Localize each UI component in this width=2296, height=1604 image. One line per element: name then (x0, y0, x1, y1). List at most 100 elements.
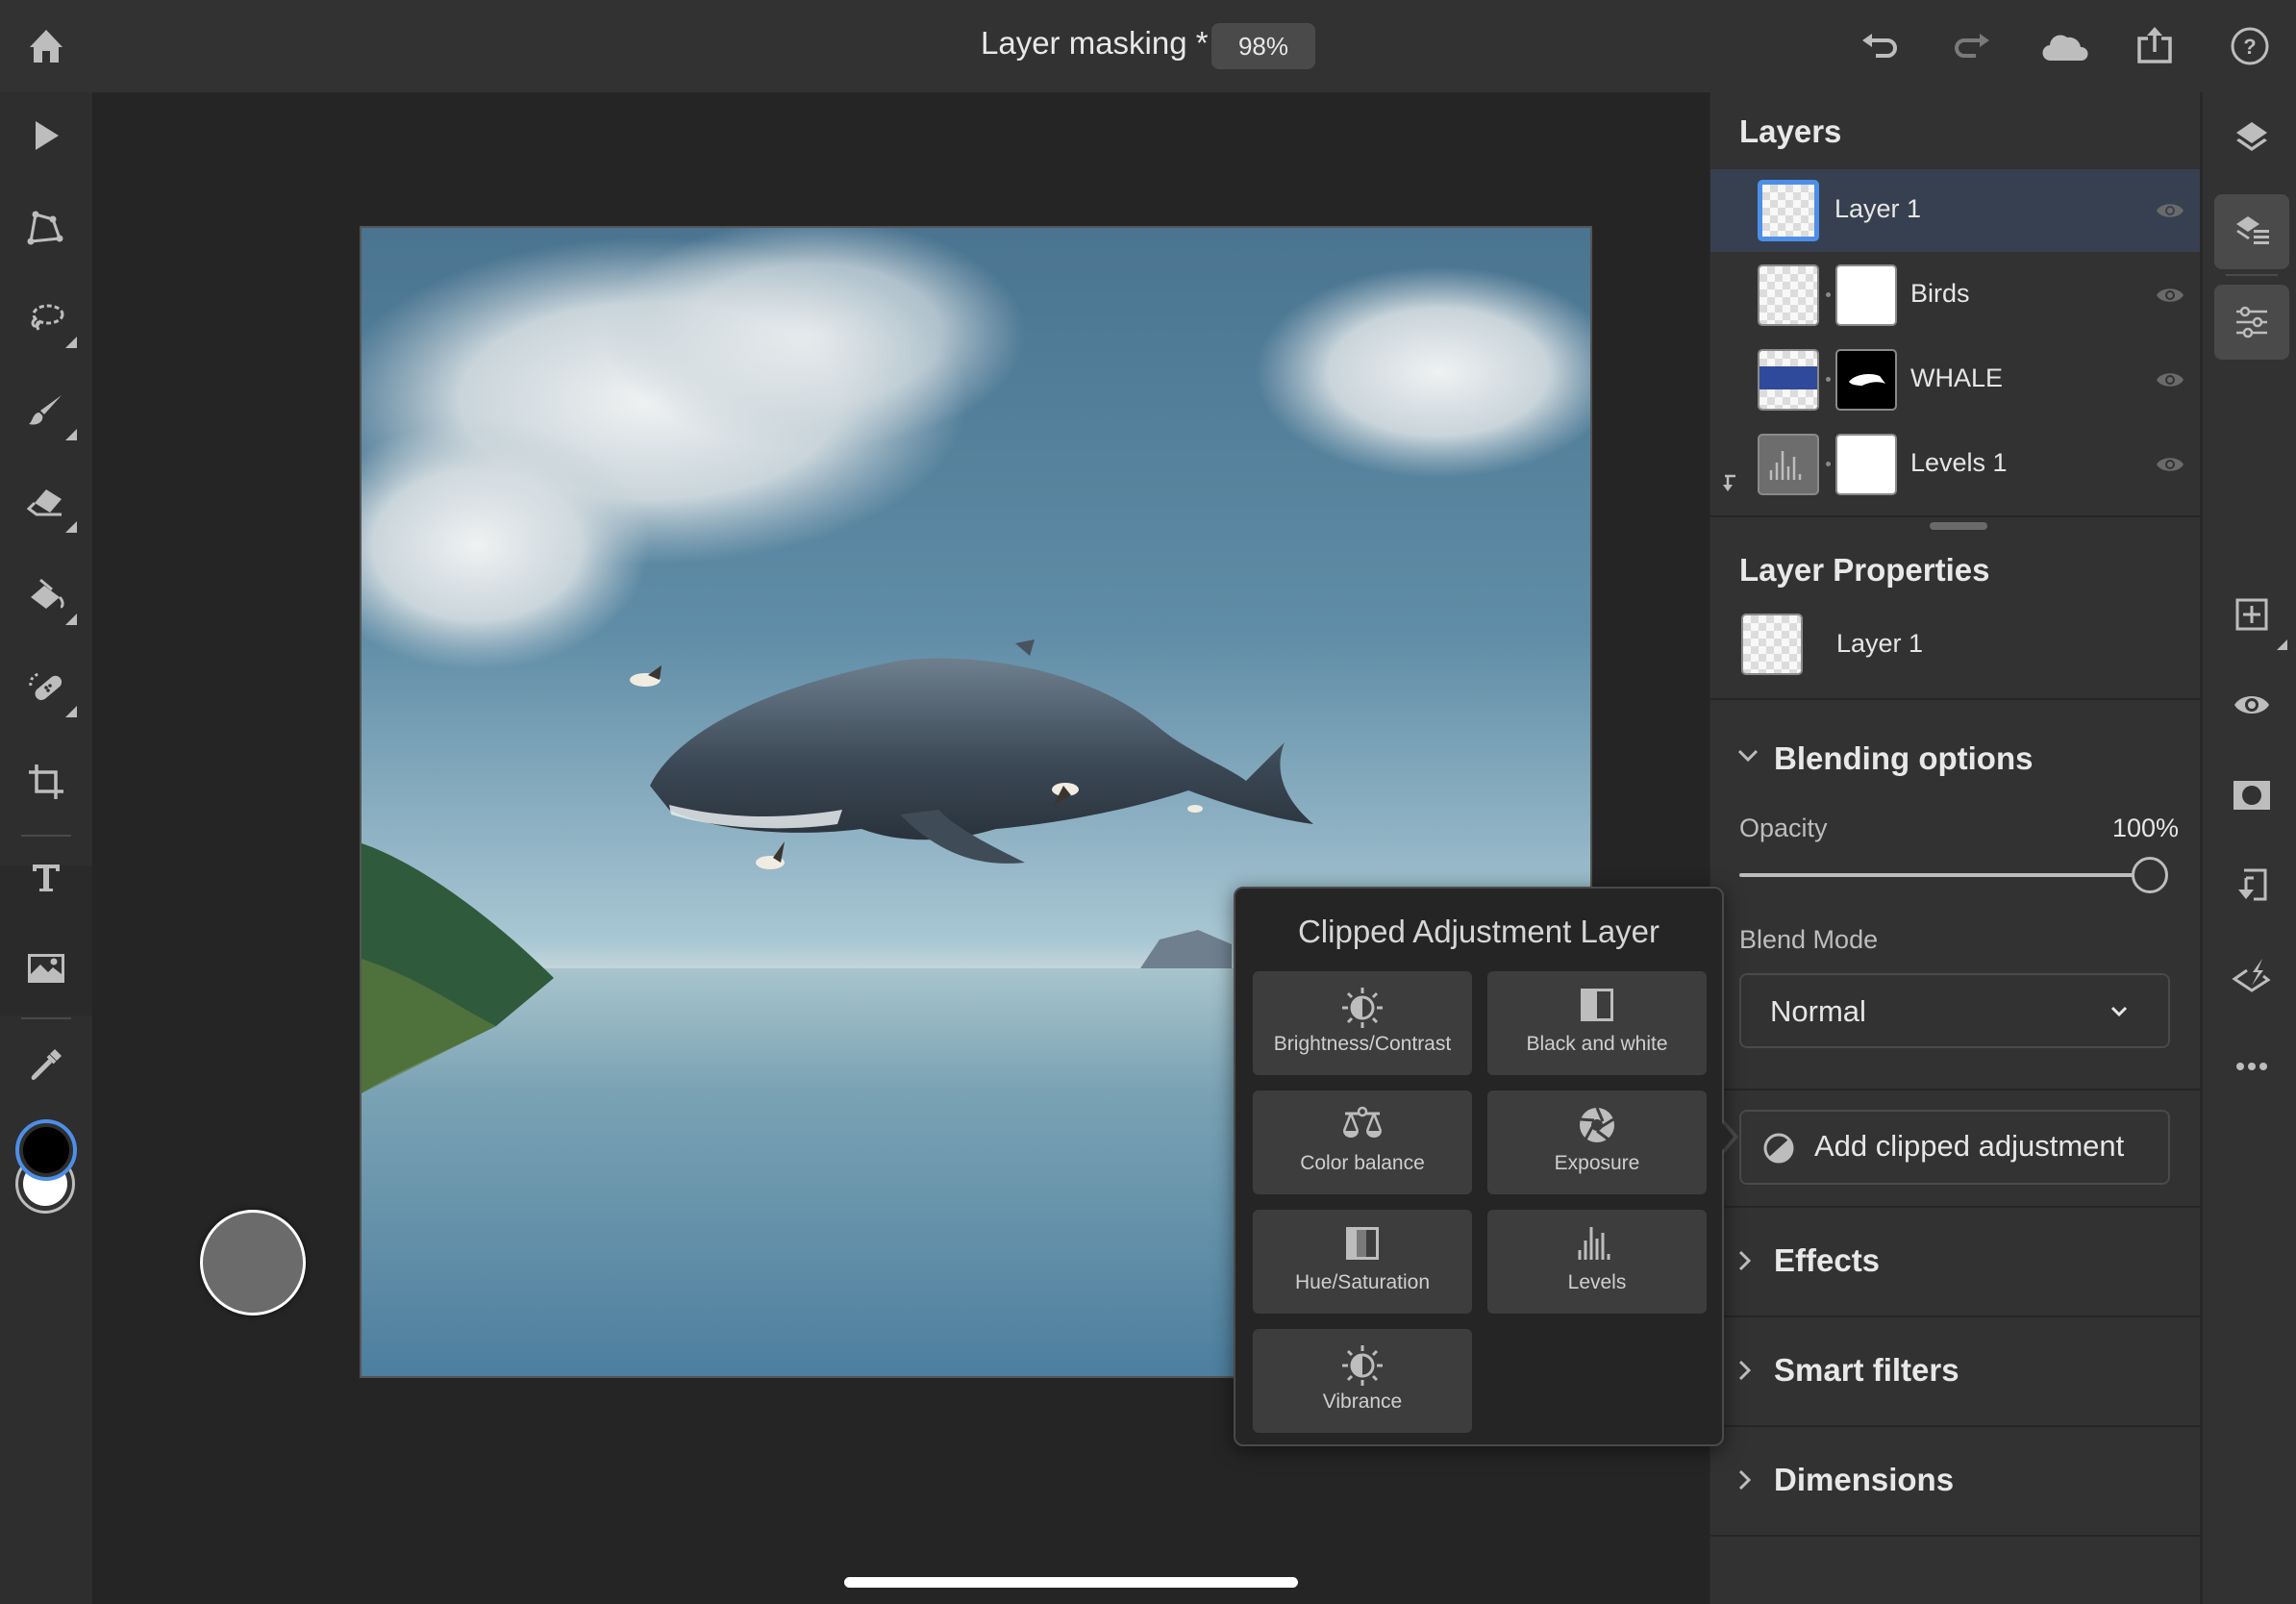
eyedropper-tool[interactable] (0, 1021, 92, 1108)
layer-name: Birds (1910, 279, 1970, 308)
opacity-label: Opacity (1739, 814, 1828, 842)
foreground-color-swatch[interactable] (15, 1119, 77, 1181)
whale-thumbnail-strip (1759, 366, 1817, 389)
toolbar-divider (21, 1017, 71, 1019)
quick-actions-icon (2232, 959, 2271, 992)
layer-mask-thumbnail[interactable] (1835, 264, 1897, 326)
opacity-slider-track[interactable] (1739, 873, 2134, 877)
clip-to-below-button[interactable] (2214, 848, 2289, 923)
quick-actions-button[interactable] (2214, 939, 2289, 1014)
layer-row-whale[interactable]: WHALE (1710, 338, 2201, 421)
top-bar: Layer masking * 98% ? (0, 0, 2296, 92)
chevron-right-icon (1738, 1360, 1752, 1381)
divider (1710, 515, 2201, 517)
redo-icon (1955, 34, 1989, 58)
adjustment-vibrance[interactable]: Vibrance (1253, 1329, 1472, 1433)
toggle-visibility-button[interactable] (2214, 667, 2289, 742)
chevron-right-icon (1738, 1250, 1752, 1271)
transform-tool[interactable] (0, 185, 92, 271)
eraser-tool[interactable] (0, 460, 92, 546)
adjustment-hue-saturation[interactable]: Hue/Saturation (1253, 1210, 1472, 1314)
divider (1710, 1316, 2201, 1317)
whale-mask-shape (1849, 374, 1885, 386)
layers-icon (2236, 122, 2267, 151)
smart-filters-header[interactable]: Smart filters (1710, 1339, 2201, 1406)
lasso-tool[interactable] (0, 275, 92, 362)
brush-tool[interactable] (0, 367, 92, 454)
adjustment-exposure[interactable]: Exposure (1487, 1090, 1707, 1194)
cloud-sync-button[interactable] (2038, 23, 2092, 69)
home-indicator[interactable] (844, 1577, 1298, 1588)
eye-icon[interactable] (2156, 201, 2184, 220)
panel-resize-handle[interactable] (1930, 522, 1987, 530)
effects-header[interactable]: Effects (1710, 1229, 2201, 1296)
layer-row-layer-1[interactable]: Layer 1 (1710, 169, 2201, 252)
adjustments-button[interactable] (2214, 285, 2289, 360)
opacity-slider-thumb[interactable] (2132, 857, 2168, 893)
eye-icon[interactable] (2156, 370, 2184, 389)
mask-icon (2234, 781, 2270, 810)
exposure-icon (1580, 1107, 1614, 1142)
layer-row-levels-1[interactable]: Levels 1 (1710, 423, 2201, 506)
add-mask-button[interactable] (2214, 758, 2289, 833)
submenu-indicator (65, 337, 77, 348)
more-icon (2236, 1063, 2267, 1070)
submenu-indicator (65, 706, 77, 717)
layer-row-birds[interactable]: Birds (1710, 254, 2201, 337)
black-white-icon (1581, 989, 1613, 1021)
clip-icon (2238, 868, 2267, 901)
clipped-adjustment-popover: Clipped Adjustment Layer Brightness/Cont… (1234, 887, 1724, 1446)
adjustment-brightness-contrast[interactable]: Brightness/Contrast (1253, 971, 1472, 1075)
adjustment-label: Color balance (1300, 1152, 1425, 1174)
help-button[interactable]: ? (2225, 21, 2275, 71)
divider (1710, 1535, 2201, 1537)
type-tool[interactable] (0, 835, 92, 921)
blend-mode-select[interactable]: Normal (1739, 973, 2170, 1048)
blending-options-header[interactable]: Blending options (1710, 727, 2201, 794)
dimensions-header[interactable]: Dimensions (1710, 1448, 2201, 1516)
vibrance-icon (1342, 1345, 1383, 1386)
smart-filters-label: Smart filters (1774, 1352, 1959, 1388)
more-options-button[interactable] (2214, 1029, 2289, 1104)
properties-layer-name: Layer 1 (1836, 629, 1924, 658)
blend-mode-value: Normal (1770, 994, 1866, 1028)
undo-button[interactable] (1856, 23, 1904, 69)
share-icon (2137, 27, 2172, 63)
layer-properties-title: Layer Properties (1739, 552, 1990, 588)
add-clipped-adjustment-button[interactable]: Add clipped adjustment (1739, 1110, 2170, 1185)
fill-tool[interactable] (0, 552, 92, 639)
adjustments-icon (2236, 306, 2267, 338)
crop-tool[interactable] (0, 739, 92, 825)
opacity-value: 100% (2112, 814, 2180, 842)
place-image-tool[interactable] (0, 925, 92, 1012)
adjustment-black-and-white[interactable]: Black and white (1487, 971, 1707, 1075)
color-swatches[interactable] (13, 1119, 81, 1225)
touch-shortcut-button[interactable] (200, 1210, 306, 1316)
eye-icon[interactable] (2156, 286, 2184, 305)
select-tool[interactable] (0, 92, 92, 179)
layer-mask-thumbnail[interactable] (1835, 434, 1897, 495)
redo-button[interactable] (1948, 23, 1996, 69)
app-window: Layer masking * 98% ? Layers Layer 1 Bir… (0, 0, 2296, 1604)
layers-button[interactable] (2214, 100, 2289, 175)
clipped-arrow-icon (1723, 474, 1735, 491)
adjustment-color-balance[interactable]: Color balance (1253, 1090, 1472, 1194)
home-button[interactable] (21, 21, 71, 71)
zoom-level-button[interactable]: 98% (1211, 23, 1315, 69)
dimensions-label: Dimensions (1774, 1462, 1955, 1497)
chevron-down-icon (1737, 749, 1759, 763)
share-button[interactable] (2131, 19, 2179, 69)
eraser-icon (27, 489, 62, 516)
adjustment-label: Levels (1567, 1271, 1627, 1293)
popover-pointer-inner (1715, 1115, 1734, 1159)
healing-tool[interactable] (0, 644, 92, 731)
add-layer-button[interactable] (2214, 577, 2289, 652)
submenu-indicator (2277, 639, 2287, 650)
eye-icon[interactable] (2156, 455, 2184, 474)
help-icon: ? (2231, 27, 2269, 65)
submenu-indicator (65, 614, 77, 625)
blending-options-label: Blending options (1774, 740, 2034, 776)
adjustment-levels[interactable]: Levels (1487, 1210, 1707, 1314)
layer-properties-button[interactable] (2214, 194, 2289, 269)
layer-mask-thumbnail[interactable] (1835, 349, 1897, 411)
